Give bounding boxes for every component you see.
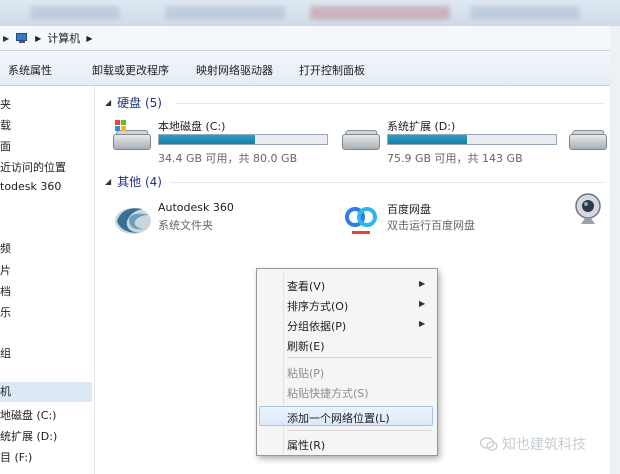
chevron-right-icon[interactable]: ▶ xyxy=(86,34,92,43)
menu-separator xyxy=(287,430,432,431)
group-label: 其他 (4) xyxy=(117,175,162,189)
windows-logo-icon xyxy=(115,120,127,132)
sidebar-item[interactable]: 面 xyxy=(0,138,11,154)
divider xyxy=(170,182,605,183)
item-name: Autodesk 360 xyxy=(158,201,234,214)
drive-space-info: 75.9 GB 可用，共 143 GB xyxy=(387,152,523,165)
divider xyxy=(175,103,605,104)
webcam-icon[interactable] xyxy=(573,192,603,232)
baidu-netdisk-icon xyxy=(345,207,377,234)
item-subtitle: 双击运行百度网盘 xyxy=(387,219,475,232)
menu-separator xyxy=(287,357,432,358)
item-name: 百度网盘 xyxy=(387,203,431,216)
blurred-tab xyxy=(30,6,120,20)
baidu-netdisk-item[interactable]: 百度网盘 双击运行百度网盘 xyxy=(342,201,542,241)
submenu-arrow-icon: ▶ xyxy=(419,319,426,328)
menu-item-sort[interactable]: 排序方式(O) ▶ xyxy=(287,298,425,314)
hard-drive-icon[interactable] xyxy=(569,130,607,152)
context-menu: 查看(V) ▶ 排序方式(O) ▶ 分组依据(P) ▶ 刷新(E) 粘贴(P) 粘贴快… xyxy=(256,268,438,456)
blurred-tab xyxy=(470,6,580,20)
menu-item-add-network-location[interactable]: 添加一个网络位置(L) xyxy=(287,410,390,426)
collapse-triangle-icon[interactable]: ◢ xyxy=(105,177,111,186)
drive-name: 系统扩展 (D:) xyxy=(387,120,456,133)
computer-icon xyxy=(15,32,29,44)
sidebar-item[interactable]: todesk 360 xyxy=(0,180,61,193)
watermark-text: 知也建筑科技 xyxy=(502,437,586,453)
sidebar-item[interactable]: 夹 xyxy=(0,96,11,112)
group-header-other[interactable]: ◢ 其他 (4) xyxy=(105,173,162,190)
system-properties-button[interactable]: 系统属性 xyxy=(8,62,52,78)
sidebar-item[interactable]: 频 xyxy=(0,240,11,256)
window-right-edge xyxy=(610,26,620,474)
command-toolbar: 系统属性 卸载或更改程序 映射网络驱动器 打开控制面板 xyxy=(0,51,610,86)
drive-usage-bar xyxy=(387,134,557,145)
wechat-icon xyxy=(480,437,498,451)
menu-item-label: 查看(V) xyxy=(287,280,326,293)
navigation-pane: 夹 载 面 近访问的位置 todesk 360 频 片 档 乐 组 机 地磁盘 … xyxy=(0,86,95,474)
menu-item-refresh[interactable]: 刷新(E) xyxy=(287,338,325,354)
sidebar-item-drive-d[interactable]: 统扩展 (D:) xyxy=(0,428,57,444)
chevron-right-icon[interactable]: ▶ xyxy=(35,34,41,43)
sidebar-item[interactable]: 组 xyxy=(0,345,11,361)
menu-item-label: 排序方式(O) xyxy=(287,300,349,313)
autodesk-360-icon xyxy=(115,208,151,234)
drive-name: 本地磁盘 (C:) xyxy=(158,120,226,133)
drive-item-c[interactable]: 本地磁盘 (C:) 34.4 GB 可用，共 80.0 GB xyxy=(113,118,333,178)
address-bar[interactable]: ▶ ▶ 计算机 ▶ xyxy=(0,26,610,51)
map-network-drive-button[interactable]: 映射网络驱动器 xyxy=(196,62,273,78)
chevron-right-icon[interactable]: ▶ xyxy=(3,34,9,43)
sidebar-item[interactable]: 近访问的位置 xyxy=(0,159,66,175)
menu-item-properties[interactable]: 属性(R) xyxy=(287,437,325,453)
autodesk-360-item[interactable]: Autodesk 360 系统文件夹 xyxy=(113,201,313,241)
submenu-arrow-icon: ▶ xyxy=(419,279,426,288)
hard-drive-icon xyxy=(342,130,380,152)
drive-space-info: 34.4 GB 可用，共 80.0 GB xyxy=(158,152,298,165)
menu-item-view[interactable]: 查看(V) ▶ xyxy=(287,278,425,294)
sidebar-item-drive-c[interactable]: 地磁盘 (C:) xyxy=(0,407,56,423)
watermark: 知也建筑科技 xyxy=(480,434,586,454)
sidebar-item[interactable]: 载 xyxy=(0,117,11,133)
blurred-tab xyxy=(310,6,450,20)
sidebar-item[interactable]: 片 xyxy=(0,262,11,278)
breadcrumb-computer[interactable]: 计算机 xyxy=(47,30,80,46)
uninstall-program-button[interactable]: 卸载或更改程序 xyxy=(92,62,169,78)
hard-drive-icon xyxy=(113,120,151,152)
sidebar-item-computer[interactable]: 机 xyxy=(0,382,92,402)
menu-item-group-by[interactable]: 分组依据(P) ▶ xyxy=(287,318,425,334)
submenu-arrow-icon: ▶ xyxy=(419,299,426,308)
group-header-hdd[interactable]: ◢ 硬盘 (5) xyxy=(105,94,162,111)
open-control-panel-button[interactable]: 打开控制面板 xyxy=(299,62,365,78)
sidebar-item-drive-f[interactable]: 目 (F:) xyxy=(0,449,32,465)
menu-item-paste-shortcut[interactable]: 粘贴快捷方式(S) xyxy=(287,385,369,401)
drive-usage-fill xyxy=(388,135,467,144)
drive-item-d[interactable]: 系统扩展 (D:) 75.9 GB 可用，共 143 GB xyxy=(342,118,562,178)
group-label: 硬盘 (5) xyxy=(117,96,162,110)
sidebar-item[interactable]: 乐 xyxy=(0,304,11,320)
menu-item-paste[interactable]: 粘贴(P) xyxy=(287,365,324,381)
item-subtitle: 系统文件夹 xyxy=(158,219,213,232)
blurred-tab xyxy=(165,6,285,20)
sidebar-item[interactable]: 档 xyxy=(0,283,11,299)
drive-usage-fill xyxy=(159,135,255,144)
menu-item-label: 分组依据(P) xyxy=(287,320,347,333)
drive-usage-bar xyxy=(158,134,328,145)
collapse-triangle-icon[interactable]: ◢ xyxy=(105,98,111,107)
window-title-strip xyxy=(0,0,620,26)
